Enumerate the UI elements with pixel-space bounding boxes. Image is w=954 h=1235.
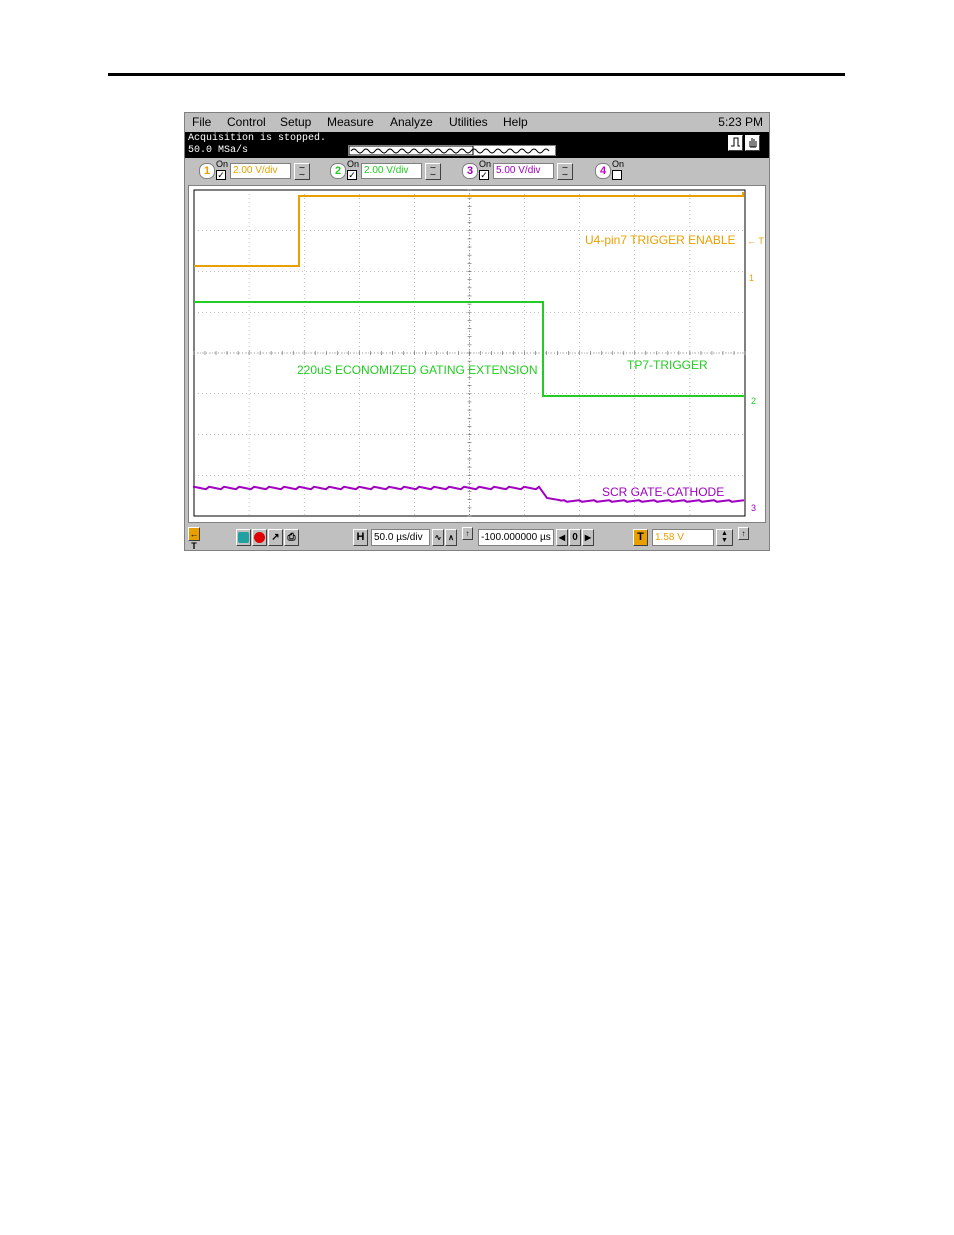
channel-3-number[interactable]: 3 bbox=[462, 163, 478, 179]
delay-left-button[interactable]: ◀ bbox=[556, 529, 568, 546]
printer-icon: ⎙ bbox=[287, 532, 296, 543]
stop-button[interactable] bbox=[252, 529, 267, 546]
channel-1-number[interactable]: 1 bbox=[199, 163, 215, 179]
channel-2-number[interactable]: 2 bbox=[330, 163, 346, 179]
run-button[interactable] bbox=[236, 529, 251, 546]
channel-4-checkbox[interactable] bbox=[612, 170, 622, 180]
trigger-source-button[interactable]: ← T bbox=[188, 527, 200, 551]
channel-1-controls: 1 On ✓ 2.00 V/div ∼ ∼ bbox=[199, 159, 311, 182]
trigger-level-spinner[interactable]: ▲ ▼ bbox=[716, 529, 733, 546]
waveform-display[interactable]: U4-pin7 TRIGGER ENABLE ← T 1 220uS ECONO… bbox=[188, 185, 766, 523]
timebase-up-button[interactable]: ∧ bbox=[445, 529, 457, 546]
autoscale-icon: ↗ bbox=[271, 532, 280, 543]
channel-2-checkbox[interactable]: ✓ bbox=[347, 170, 357, 180]
channel-1-checkbox[interactable]: ✓ bbox=[216, 170, 226, 180]
stop-icon bbox=[254, 532, 265, 543]
horizontal-button[interactable]: H bbox=[353, 529, 368, 546]
memory-overview[interactable] bbox=[348, 145, 556, 156]
channel-4-number[interactable]: 4 bbox=[595, 163, 611, 179]
menu-measure[interactable]: Measure bbox=[327, 115, 374, 129]
autoscale-button[interactable]: ↗ bbox=[268, 529, 283, 546]
bottom-bar: ← T ↗ ⎙ H 50.0 µs/div ∿ ∧ ↑ -100.000000 … bbox=[185, 524, 769, 551]
timebase-scale-field[interactable]: 50.0 µs/div bbox=[371, 529, 430, 546]
channel-2-label: TP7-TRIGGER bbox=[627, 358, 708, 372]
delay-right-button[interactable]: ▶ bbox=[582, 529, 594, 546]
channel-1-scale-field[interactable]: 2.00 V/div bbox=[230, 163, 291, 179]
status-bar: Acquisition is stopped. 50.0 MSa/s bbox=[185, 132, 769, 158]
channel-2-controls: 2 On ✓ 2.00 V/div ∼ ∼ bbox=[330, 159, 442, 182]
delay-field[interactable]: -100.000000 µs bbox=[478, 529, 554, 546]
channel-2-scale-field[interactable]: 2.00 V/div bbox=[361, 163, 422, 179]
trigger-marker: ← T bbox=[747, 236, 764, 246]
channel-2-coupling-button[interactable]: ∼ ∼ bbox=[425, 163, 441, 180]
menu-help[interactable]: Help bbox=[503, 115, 528, 129]
channel-1-marker: 1 bbox=[749, 273, 754, 283]
channel-4-controls: 4 On bbox=[595, 159, 635, 182]
channel-3-scale-field[interactable]: 5.00 V/div bbox=[493, 163, 554, 179]
channel-2-on-label: On bbox=[347, 159, 360, 169]
channel-1-coupling-button[interactable]: ∼ ∼ bbox=[294, 163, 310, 180]
hand-icon bbox=[749, 138, 757, 148]
channel-4-on-label: On bbox=[612, 159, 625, 169]
timebase-down-button[interactable]: ∿ bbox=[432, 529, 444, 546]
run-mode-button[interactable] bbox=[728, 135, 743, 151]
menu-utilities[interactable]: Utilities bbox=[449, 115, 488, 129]
delay-zero-button[interactable]: 0 bbox=[569, 529, 581, 546]
menu-file[interactable]: File bbox=[192, 115, 211, 129]
menu-setup[interactable]: Setup bbox=[280, 115, 311, 129]
channel-3-marker: 3 bbox=[751, 503, 756, 513]
channel-1-on-label: On bbox=[216, 159, 229, 169]
page-rule bbox=[108, 73, 845, 76]
delay-reference-button[interactable]: ↑ bbox=[462, 527, 473, 540]
waveform-canvas: U4-pin7 TRIGGER ENABLE ← T 1 220uS ECONO… bbox=[193, 189, 764, 517]
channel-3-label: SCR GATE-CATHODE bbox=[602, 485, 724, 499]
oscilloscope-window: File Control Setup Measure Analyze Utili… bbox=[184, 112, 770, 551]
trigger-button[interactable]: T bbox=[633, 529, 648, 546]
single-mode-button[interactable] bbox=[745, 135, 760, 151]
run-icon bbox=[238, 532, 249, 543]
channel-3-checkbox[interactable]: ✓ bbox=[479, 170, 489, 180]
menu-control[interactable]: Control bbox=[227, 115, 266, 129]
channel-3-coupling-button[interactable]: ∼ ∼ bbox=[557, 163, 573, 180]
trigger-level-field[interactable]: 1.58 V bbox=[652, 529, 714, 546]
overview-wave bbox=[349, 146, 550, 155]
channel-1-label: U4-pin7 TRIGGER ENABLE bbox=[585, 233, 736, 247]
pulse-icon bbox=[731, 137, 740, 147]
clock: 5:23 PM bbox=[718, 115, 763, 129]
channel-bar: 1 On ✓ 2.00 V/div ∼ ∼ 2 On ✓ 2.00 V/div ∼… bbox=[185, 158, 769, 184]
sample-rate: 50.0 MSa/s bbox=[188, 145, 249, 156]
channel-3-on-label: On bbox=[479, 159, 492, 169]
print-button[interactable]: ⎙ bbox=[284, 529, 299, 546]
channel-2-annotation: 220uS ECONOMIZED GATING EXTENSION bbox=[297, 363, 538, 377]
menu-analyze[interactable]: Analyze bbox=[390, 115, 433, 129]
menu-bar: File Control Setup Measure Analyze Utili… bbox=[185, 113, 769, 132]
trigger-marker-button[interactable]: ↑ bbox=[738, 527, 749, 540]
channel-3-controls: 3 On ✓ 5.00 V/div ∼ ∼ bbox=[462, 159, 574, 182]
channel-2-marker: 2 bbox=[751, 396, 756, 406]
acquisition-status: Acquisition is stopped. bbox=[188, 133, 327, 144]
